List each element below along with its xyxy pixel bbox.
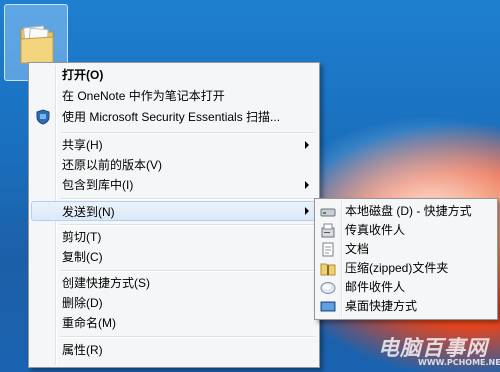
submenu-item-local-disk[interactable]: 本地磁盘 (D) - 快捷方式 xyxy=(317,202,495,221)
submenu-arrow-icon xyxy=(305,181,309,189)
menu-item-label: 还原以前的版本(V) xyxy=(62,158,162,172)
zip-folder-icon xyxy=(320,263,336,276)
desktop-icon xyxy=(320,301,336,312)
menu-item-label: 剪切(T) xyxy=(62,230,102,244)
menu-item-label: 在 OneNote 中作为笔记本打开 xyxy=(62,89,225,103)
folder-icon xyxy=(20,25,54,64)
submenu-item-fax[interactable]: 传真收件人 xyxy=(317,221,495,240)
menu-item-label: 使用 Microsoft Security Essentials 扫描... xyxy=(62,110,281,124)
menu-item-label: 删除(D) xyxy=(62,296,103,310)
drive-icon xyxy=(320,208,336,217)
submenu-arrow-icon xyxy=(305,141,309,149)
menu-item-create-shortcut[interactable]: 创建快捷方式(S) xyxy=(31,273,317,293)
submenu-item-label: 桌面快捷方式 xyxy=(345,299,418,313)
submenu-item-desktop-shortcut[interactable]: 桌面快捷方式 xyxy=(317,297,495,316)
submenu-item-mail[interactable]: 邮件收件人 xyxy=(317,278,495,297)
submenu-item-label: 文档 xyxy=(345,242,370,256)
submenu-item-documents[interactable]: 文档 xyxy=(317,240,495,259)
menu-separator xyxy=(60,270,316,272)
submenu-item-zip-folder[interactable]: 压缩(zipped)文件夹 xyxy=(317,259,495,278)
submenu-item-label: 本地磁盘 (D) - 快捷方式 xyxy=(345,204,472,218)
menu-item-label: 包含到库中(I) xyxy=(62,178,134,192)
menu-item-label: 共享(H) xyxy=(62,138,103,152)
menu-item-send-to[interactable]: 发送到(N) xyxy=(31,201,317,221)
menu-item-cut[interactable]: 剪切(T) xyxy=(31,227,317,247)
menu-item-properties[interactable]: 属性(R) xyxy=(31,340,317,360)
watermark-url: WWW.PCHOME.NET xyxy=(418,358,500,367)
menu-separator xyxy=(60,224,316,226)
submenu-item-label: 邮件收件人 xyxy=(345,280,406,294)
menu-item-delete[interactable]: 删除(D) xyxy=(31,293,317,313)
menu-item-label: 创建快捷方式(S) xyxy=(62,276,150,290)
menu-item-onenote[interactable]: 在 OneNote 中作为笔记本打开 xyxy=(31,86,317,106)
menu-item-restore-versions[interactable]: 还原以前的版本(V) xyxy=(31,155,317,175)
site-watermark: 电脑百事网 WWW.PCHOME.NET xyxy=(378,332,500,367)
security-essentials-icon xyxy=(36,109,50,125)
menu-item-label: 重命名(M) xyxy=(62,316,116,330)
menu-item-open[interactable]: 打开(O) xyxy=(31,65,317,85)
menu-item-share[interactable]: 共享(H) xyxy=(31,135,317,155)
menu-separator xyxy=(60,132,316,134)
menu-separator xyxy=(60,336,316,338)
documents-icon xyxy=(322,242,334,257)
menu-item-copy[interactable]: 复制(C) xyxy=(31,247,317,267)
mail-icon xyxy=(320,282,336,294)
submenu-item-label: 压缩(zipped)文件夹 xyxy=(345,261,449,275)
menu-item-label: 打开(O) xyxy=(62,68,104,82)
menu-separator xyxy=(60,198,316,200)
menu-item-label: 属性(R) xyxy=(62,343,103,357)
menu-item-mse-scan[interactable]: 使用 Microsoft Security Essentials 扫描... xyxy=(31,107,317,127)
menu-item-label: 发送到(N) xyxy=(62,205,115,219)
submenu-arrow-icon xyxy=(305,207,309,215)
send-to-submenu: 本地磁盘 (D) - 快捷方式 传真收件人 文档 压缩(zipped)文件夹 邮… xyxy=(314,198,498,320)
context-menu: 打开(O) 在 OneNote 中作为笔记本打开 使用 Microsoft Se… xyxy=(28,62,320,368)
submenu-item-label: 传真收件人 xyxy=(345,223,406,237)
watermark-text: 电脑百事网 xyxy=(378,336,488,360)
menu-item-label: 复制(C) xyxy=(62,250,103,264)
menu-item-include-library[interactable]: 包含到库中(I) xyxy=(31,175,317,195)
fax-icon xyxy=(321,223,335,238)
menu-item-rename[interactable]: 重命名(M) xyxy=(31,313,317,333)
